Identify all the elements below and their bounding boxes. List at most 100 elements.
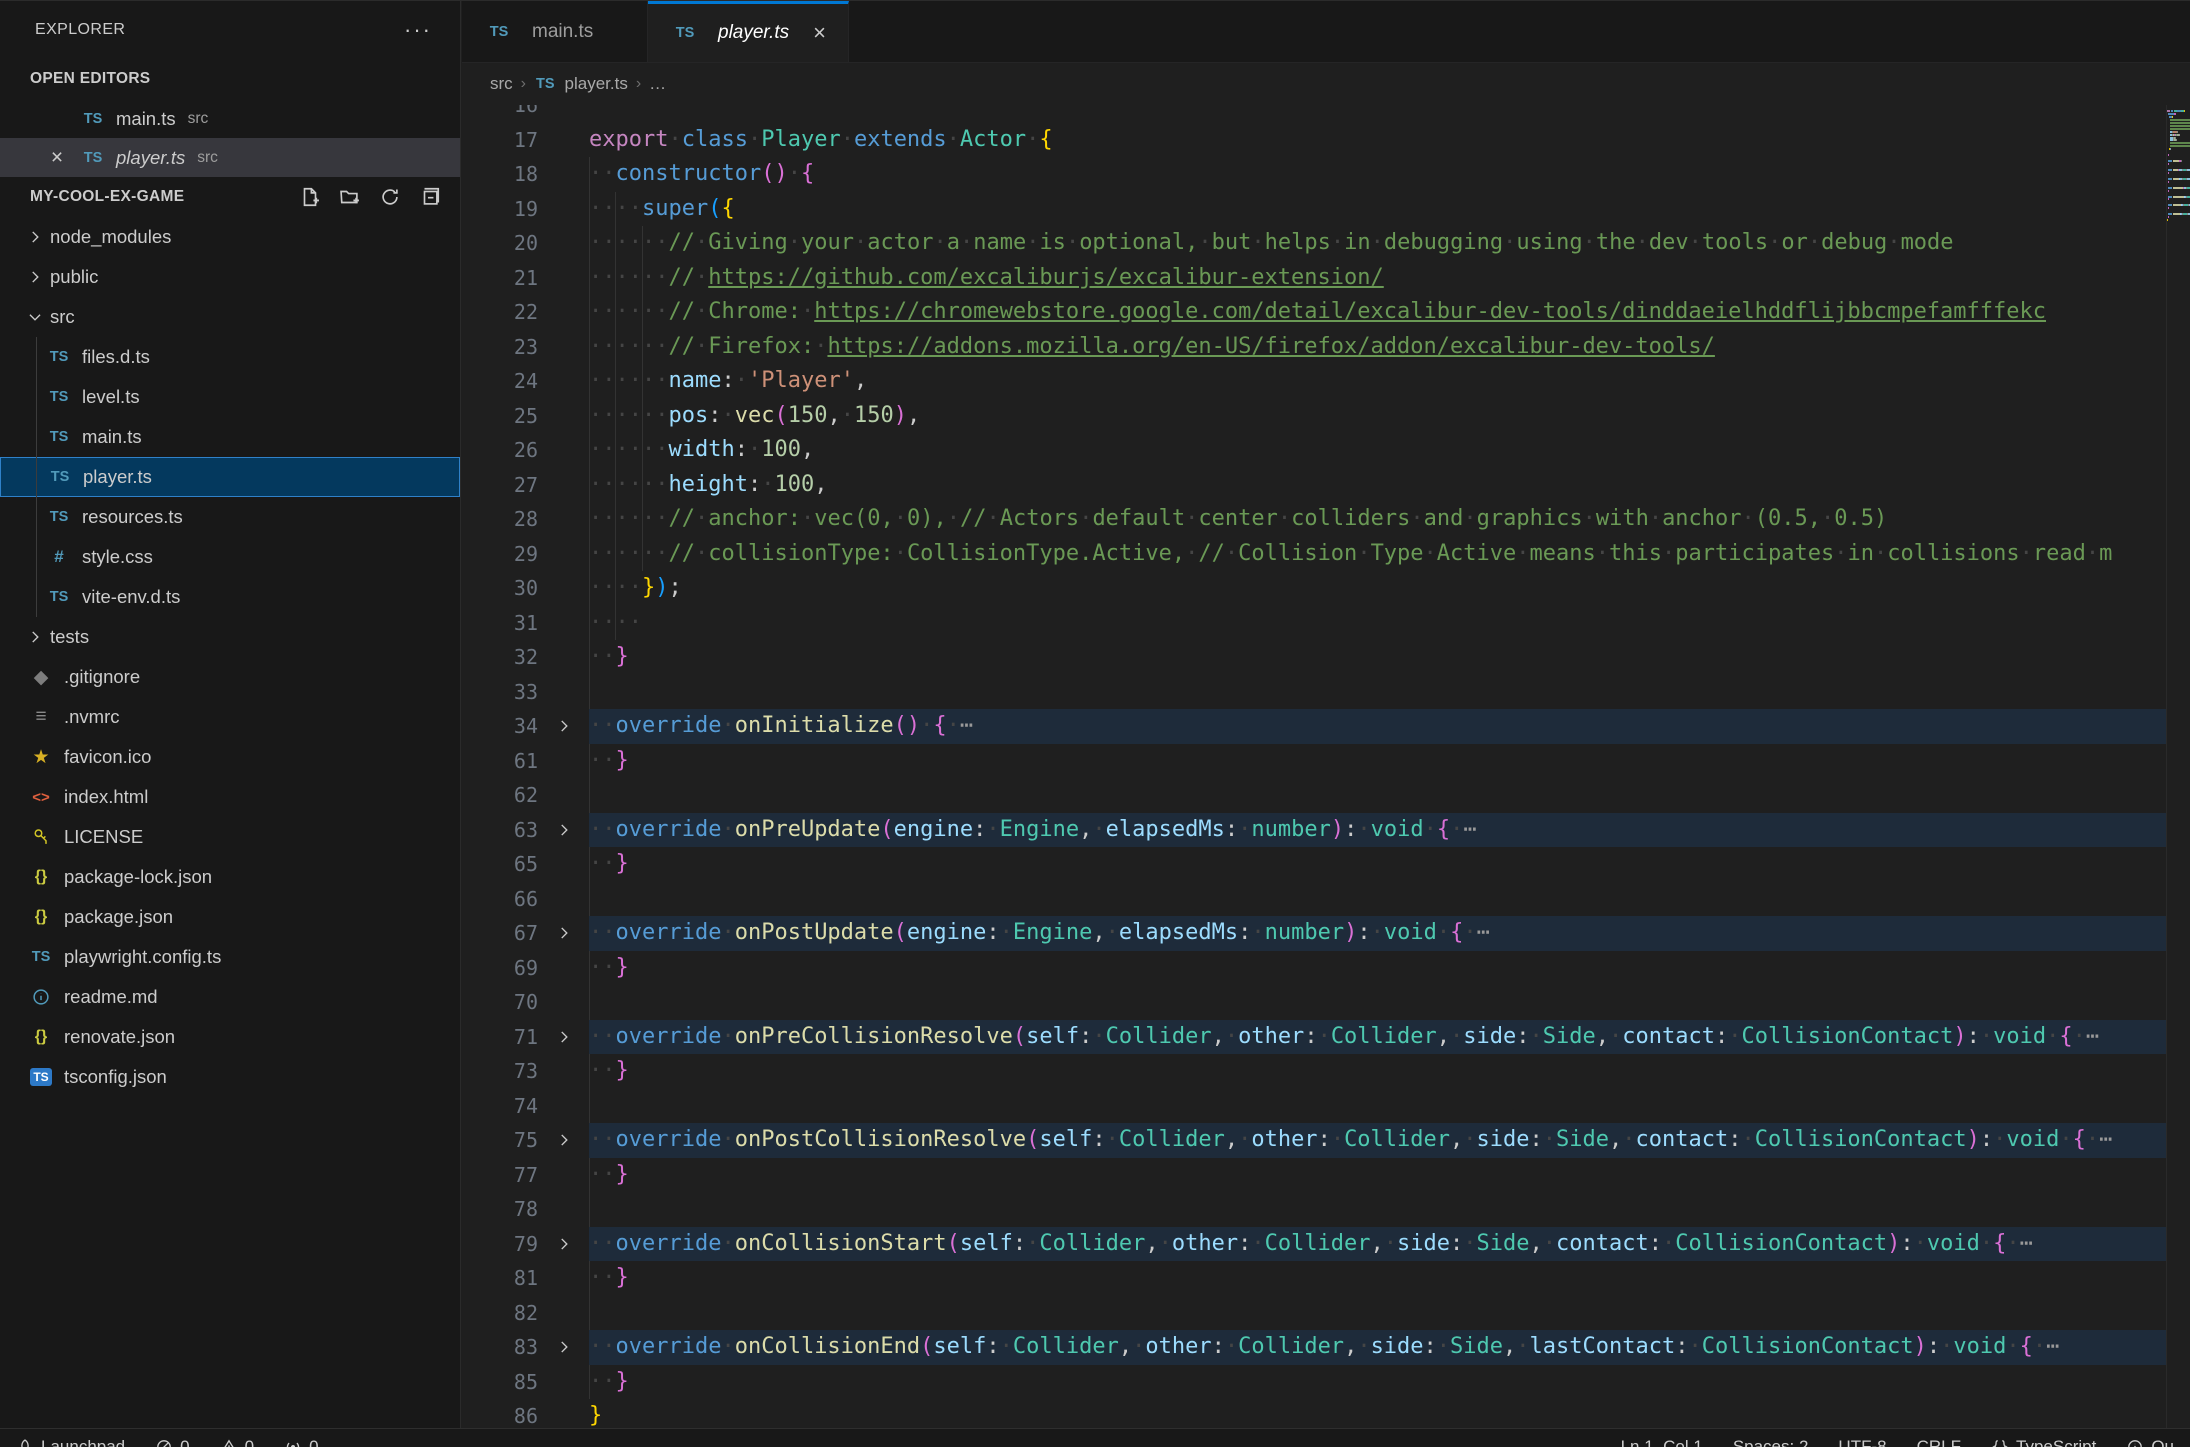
indent-guide	[589, 1365, 590, 1400]
status-item-crlf[interactable]: CRLF	[1917, 1437, 1961, 1447]
tree-file-favicon.ico[interactable]: ★favicon.ico	[0, 737, 460, 777]
more-actions-icon[interactable]: ···	[404, 17, 432, 43]
code-line-82[interactable]: 82	[462, 1296, 2166, 1331]
code-line-18[interactable]: 18··constructor()·{	[462, 157, 2166, 192]
indent-guide	[615, 468, 616, 503]
code-line-20[interactable]: 20······//·Giving·your·actor·a·name·is·o…	[462, 226, 2166, 261]
code-line-85[interactable]: 85··}	[462, 1365, 2166, 1400]
code-line-65[interactable]: 65··}	[462, 847, 2166, 882]
tree-file-package.json[interactable]: {}package.json	[0, 897, 460, 937]
code-line-71[interactable]: 71··override·onPreCollisionResolve(self:…	[462, 1020, 2166, 1055]
tree-folder-tests[interactable]: tests	[0, 617, 460, 657]
tree-file-main.ts[interactable]: TSmain.ts	[0, 417, 460, 457]
open-editor-player.ts[interactable]: ×TSplayer.tssrc	[0, 138, 460, 177]
code-line-75[interactable]: 75··override·onPostCollisionResolve(self…	[462, 1123, 2166, 1158]
code-line-32[interactable]: 32··}	[462, 640, 2166, 675]
tree-file-playwright.config.ts[interactable]: TSplaywright.config.ts	[0, 937, 460, 977]
code-line-27[interactable]: 27······height:·100,	[462, 468, 2166, 503]
fold-chevron-icon[interactable]	[538, 916, 589, 951]
collapse-all-icon[interactable]	[418, 185, 442, 209]
status-item-spaces-2[interactable]: Spaces: 2	[1733, 1437, 1809, 1447]
tree-file-resources.ts[interactable]: TSresources.ts	[0, 497, 460, 537]
code-line-70[interactable]: 70	[462, 985, 2166, 1020]
status-item-ln-1-col-1[interactable]: Ln 1, Col 1	[1621, 1437, 1703, 1447]
status-item-utf-8[interactable]: UTF-8	[1838, 1437, 1886, 1447]
status-item-0[interactable]: 0	[155, 1437, 189, 1447]
open-editors-header[interactable]: OPEN EDITORS	[0, 59, 460, 99]
code-line-21[interactable]: 21······//·https://github.com/excaliburj…	[462, 261, 2166, 296]
tree-file-package-lock.json[interactable]: {}package-lock.json	[0, 857, 460, 897]
fold-chevron-icon[interactable]	[538, 1123, 589, 1158]
breadcrumb-src[interactable]: src	[490, 74, 513, 94]
tree-file-player.ts[interactable]: TSplayer.ts	[0, 457, 460, 497]
code-line-29[interactable]: 29······//·collisionType:·CollisionType.…	[462, 537, 2166, 572]
tree-folder-node_modules[interactable]: node_modules	[0, 217, 460, 257]
fold-chevron-icon[interactable]	[538, 709, 589, 744]
code-line-22[interactable]: 22······//·Chrome:·https://chromewebstor…	[462, 295, 2166, 330]
line-number: 62	[462, 778, 538, 813]
status-item-qu[interactable]: Qu	[2126, 1437, 2174, 1447]
code-line-33[interactable]: 33	[462, 675, 2166, 710]
status-item-0[interactable]: 0	[220, 1437, 254, 1447]
tree-file-.gitignore[interactable]: ◆.gitignore	[0, 657, 460, 697]
code-line-74[interactable]: 74	[462, 1089, 2166, 1124]
code-text: ····});	[589, 571, 2166, 606]
code-line-26[interactable]: 26······width:·100,	[462, 433, 2166, 468]
code-line-23[interactable]: 23······//·Firefox:·https://addons.mozil…	[462, 330, 2166, 365]
tree-file-.nvmrc[interactable]: ≡.nvmrc	[0, 697, 460, 737]
code-line-63[interactable]: 63··override·onPreUpdate(engine:·Engine,…	[462, 813, 2166, 848]
tab-player.ts[interactable]: TSplayer.ts×	[648, 1, 849, 62]
code-line-24[interactable]: 24······name:·'Player',	[462, 364, 2166, 399]
code-line-73[interactable]: 73··}	[462, 1054, 2166, 1089]
open-editor-main.ts[interactable]: TSmain.tssrc	[0, 99, 460, 138]
code-line-34[interactable]: 34··override·onInitialize()·{·⋯	[462, 709, 2166, 744]
refresh-icon[interactable]	[378, 185, 402, 209]
status-item-typescript[interactable]: TypeScript	[1991, 1437, 2096, 1447]
code-line-17[interactable]: 17export·class·Player·extends·Actor·{	[462, 123, 2166, 158]
tree-file-index.html[interactable]: <>index.html	[0, 777, 460, 817]
tree-file-files.d.ts[interactable]: TSfiles.d.ts	[0, 337, 460, 377]
tab-main.ts[interactable]: TSmain.ts	[462, 1, 648, 62]
status-item-launchpad[interactable]: Launchpad	[16, 1437, 125, 1447]
code-line-28[interactable]: 28······//·anchor:·vec(0,·0),·//·Actors·…	[462, 502, 2166, 537]
code-line-79[interactable]: 79··override·onCollisionStart(self:·Coll…	[462, 1227, 2166, 1262]
new-folder-icon[interactable]	[338, 185, 362, 209]
status-item-0[interactable]: 0	[284, 1437, 318, 1447]
breadcrumb-symbol[interactable]: …	[649, 74, 666, 94]
code-line-31[interactable]: 31····	[462, 606, 2166, 641]
breadcrumb-file[interactable]: player.ts	[565, 74, 628, 94]
code-line-62[interactable]: 62	[462, 778, 2166, 813]
code-editor[interactable]: 1617export·class·Player·extends·Actor·{1…	[462, 105, 2166, 1447]
fold-chevron-icon[interactable]	[538, 1227, 589, 1262]
code-line-77[interactable]: 77··}	[462, 1158, 2166, 1193]
project-header[interactable]: MY-COOL-EX-GAME	[0, 177, 460, 217]
code-line-81[interactable]: 81··}	[462, 1261, 2166, 1296]
tree-file-LICENSE[interactable]: LICENSE	[0, 817, 460, 857]
code-line-61[interactable]: 61··}	[462, 744, 2166, 779]
code-line-67[interactable]: 67··override·onPostUpdate(engine:·Engine…	[462, 916, 2166, 951]
fold-chevron-icon[interactable]	[538, 1020, 589, 1055]
tree-file-vite-env.d.ts[interactable]: TSvite-env.d.ts	[0, 577, 460, 617]
code-line-78[interactable]: 78	[462, 1192, 2166, 1227]
gutter: 18	[462, 157, 589, 192]
tree-folder-public[interactable]: public	[0, 257, 460, 297]
code-line-30[interactable]: 30····});	[462, 571, 2166, 606]
close-icon[interactable]: ×	[813, 20, 826, 46]
close-icon[interactable]: ×	[42, 138, 72, 177]
tree-file-tsconfig.json[interactable]: TStsconfig.json	[0, 1057, 460, 1097]
code-line-16[interactable]: 16	[462, 105, 2166, 123]
tree-file-readme.md[interactable]: readme.md	[0, 977, 460, 1017]
minimap[interactable]	[2166, 105, 2190, 1447]
tree-folder-src[interactable]: src	[0, 297, 460, 337]
fold-chevron-icon[interactable]	[538, 813, 589, 848]
tree-file-level.ts[interactable]: TSlevel.ts	[0, 377, 460, 417]
tree-file-renovate.json[interactable]: {}renovate.json	[0, 1017, 460, 1057]
fold-chevron-icon[interactable]	[538, 1330, 589, 1365]
code-line-69[interactable]: 69··}	[462, 951, 2166, 986]
code-line-66[interactable]: 66	[462, 882, 2166, 917]
code-line-83[interactable]: 83··override·onCollisionEnd(self:·Collid…	[462, 1330, 2166, 1365]
new-file-icon[interactable]	[298, 185, 322, 209]
code-line-25[interactable]: 25······pos:·vec(150,·150),	[462, 399, 2166, 434]
code-line-19[interactable]: 19····super({	[462, 192, 2166, 227]
tree-file-style.css[interactable]: #style.css	[0, 537, 460, 577]
